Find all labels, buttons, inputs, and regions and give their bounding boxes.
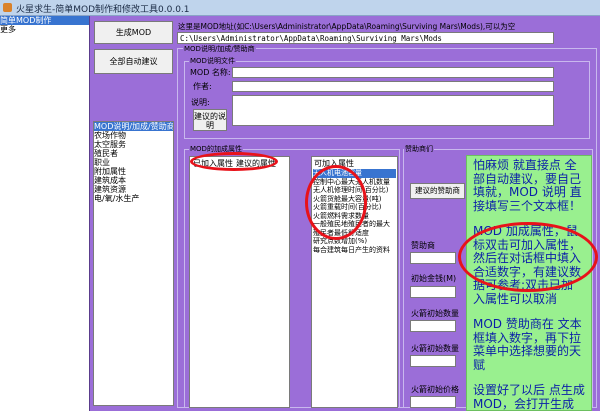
category-item[interactable]: MOD说明/加成/赞助商 bbox=[94, 122, 173, 131]
description-label: 说明: bbox=[191, 98, 210, 107]
suggest-description-label: 建议的说明 bbox=[194, 112, 226, 130]
rocket-price-label: 火箭初始价格 bbox=[411, 385, 459, 394]
mod-name-input[interactable] bbox=[232, 67, 554, 78]
app-icon bbox=[3, 3, 12, 12]
sponsor-input[interactable] bbox=[410, 252, 456, 264]
sponsor-label: 赞助商 bbox=[411, 241, 435, 250]
mod-path-hint: 这里是MOD地址(如C:\Users\Administrator\AppData… bbox=[178, 22, 516, 31]
rockets2-label: 火箭初始数量 bbox=[411, 344, 459, 353]
mod-name-label: MOD 名称: bbox=[190, 68, 231, 77]
mode-item-more[interactable]: 更多 bbox=[0, 25, 89, 34]
author-label: 作者: bbox=[193, 82, 212, 91]
title-bar: 火星求生-简单MOD制作和修改工具0.0.0.1 bbox=[0, 0, 600, 16]
category-item[interactable]: 建筑资源 bbox=[94, 185, 173, 194]
category-item[interactable]: 电/氧/水生产 bbox=[94, 194, 173, 203]
category-item[interactable]: 职业 bbox=[94, 158, 173, 167]
auto-suggest-all-button[interactable]: 全部自动建议 bbox=[94, 49, 173, 74]
mod-path-input[interactable] bbox=[177, 32, 554, 44]
generate-mod-button[interactable]: 生成MOD bbox=[94, 21, 173, 44]
rocket-price-input[interactable] bbox=[410, 396, 456, 408]
help-text-sponsor: MOD 赞助商在 文本框填入数字，再下拉菜单中选择想要的天赋 bbox=[473, 317, 582, 372]
category-item[interactable]: 太空服务 bbox=[94, 140, 173, 149]
rockets-input[interactable] bbox=[410, 320, 456, 332]
description-input[interactable] bbox=[232, 95, 554, 126]
addable-item[interactable]: 每合建筑每日产生的资料 bbox=[313, 246, 396, 255]
description-group-legend: MOD说明文件 bbox=[189, 56, 236, 66]
added-attributes-list[interactable]: 已加入属性 建议的属性 bbox=[189, 156, 290, 408]
suggest-sponsor-button[interactable]: 建议的赞助商 bbox=[410, 183, 465, 199]
category-list[interactable]: MOD说明/加成/赞助商 农场作物 太空服务 殖民者 职业 附加属性 建筑成本 … bbox=[93, 121, 174, 406]
rockets-label: 火箭初始数量 bbox=[411, 309, 459, 318]
main-group-legend: MOD说明/加成/赞助商 bbox=[183, 44, 256, 54]
category-item[interactable]: 农场作物 bbox=[94, 131, 173, 140]
category-item[interactable]: 建筑成本 bbox=[94, 176, 173, 185]
help-text-generate: 设置好了以后 点生成MOD，会打开生成的MOD文件夹 bbox=[473, 383, 585, 411]
author-input[interactable] bbox=[232, 81, 554, 92]
rockets2-input[interactable] bbox=[410, 355, 456, 367]
funding-input[interactable] bbox=[410, 286, 456, 298]
mode-item-simple-mod[interactable]: 简单MOD制作 bbox=[0, 16, 89, 25]
category-item[interactable]: 殖民者 bbox=[94, 149, 173, 158]
annotation-circle bbox=[190, 152, 278, 171]
annotation-circle bbox=[305, 165, 367, 240]
mode-list[interactable]: 简单MOD制作 更多 bbox=[0, 16, 90, 411]
funding-label: 初始金钱(M) bbox=[411, 274, 457, 283]
suggest-description-button[interactable]: 建议的说明 bbox=[193, 109, 227, 131]
window-title: 火星求生-简单MOD制作和修改工具0.0.0.1 bbox=[16, 5, 190, 15]
annotation-circle bbox=[458, 222, 598, 292]
addable-item[interactable]: 研究点数增加(%) bbox=[313, 237, 396, 246]
sponsor-group-legend: 赞助商们 bbox=[404, 144, 434, 154]
help-text-quick: 怕麻烦 就直接点 全部自动建议，要自己填就，MOD 说明 直接填写三个文本框！ bbox=[473, 158, 582, 213]
category-item[interactable]: 附加属性 bbox=[94, 167, 173, 176]
